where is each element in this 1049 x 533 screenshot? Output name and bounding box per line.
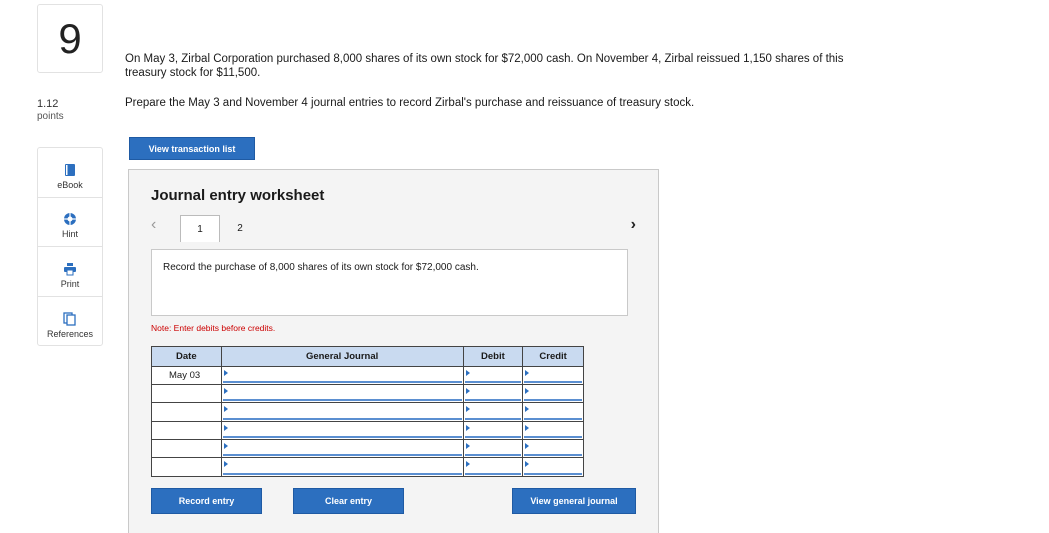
- question-prompt: On May 3, Zirbal Corporation purchased 8…: [125, 53, 844, 79]
- journal-table-header: Date General Journal Debit Credit: [152, 347, 583, 367]
- view-general-journal-button[interactable]: View general journal: [512, 488, 636, 514]
- date-cell: May 03: [152, 367, 222, 386]
- debit-input[interactable]: [464, 457, 524, 477]
- references-label: References: [46, 329, 94, 339]
- table-row: [152, 385, 583, 404]
- table-row: May 03: [152, 367, 583, 386]
- date-cell: [152, 421, 222, 440]
- account-input[interactable]: [221, 421, 464, 440]
- debit-input[interactable]: [463, 403, 524, 422]
- entry-description: Record the purchase of 8,000 shares of i…: [151, 249, 628, 316]
- credit-input[interactable]: [523, 440, 583, 458]
- account-input[interactable]: [221, 385, 464, 404]
- table-row: [152, 439, 583, 458]
- debit-input[interactable]: [463, 421, 524, 440]
- chevron-left-icon[interactable]: ‹: [151, 216, 156, 234]
- question-instruction: Prepare the May 3 and November 4 journal…: [125, 97, 695, 109]
- view-transaction-list-button[interactable]: View transaction list: [129, 137, 255, 160]
- print-button[interactable]: Print: [38, 247, 102, 297]
- tab-1[interactable]: 1: [180, 215, 220, 242]
- ebook-button[interactable]: eBook: [38, 148, 102, 198]
- worksheet-title: Journal entry worksheet: [151, 187, 325, 204]
- date-cell: [152, 439, 222, 458]
- tools-panel: eBook Hint Print References: [37, 147, 103, 346]
- column-header-debit: Debit: [463, 347, 524, 367]
- date-cell: [152, 403, 222, 422]
- credit-input[interactable]: [523, 422, 583, 440]
- points-value: 1.12: [37, 98, 59, 110]
- journal-entry-worksheet: Journal entry worksheet ‹ 1 2 › Record t…: [128, 169, 659, 533]
- column-header-general-journal: General Journal: [221, 347, 464, 367]
- credit-input[interactable]: [523, 385, 583, 404]
- debit-input[interactable]: [463, 385, 524, 404]
- account-input[interactable]: [221, 439, 464, 458]
- print-icon: [64, 262, 76, 275]
- hint-label: Hint: [61, 229, 78, 239]
- table-row: [152, 457, 583, 477]
- table-row: [152, 421, 583, 440]
- ebook-label: eBook: [57, 179, 83, 190]
- tab-2[interactable]: 2: [230, 220, 250, 236]
- journal-table: Date General Journal Debit Credit May 03: [151, 346, 584, 477]
- hint-icon: [64, 213, 76, 225]
- debit-input[interactable]: [463, 439, 524, 458]
- record-entry-button[interactable]: Record entry: [151, 488, 262, 514]
- entry-description-text: Record the purchase of 8,000 shares of i…: [163, 262, 479, 273]
- clear-entry-button[interactable]: Clear entry: [293, 488, 404, 514]
- question-number-box: 9: [37, 4, 103, 73]
- account-input[interactable]: [221, 367, 464, 386]
- question-number: 9: [58, 14, 82, 62]
- debit-input[interactable]: [463, 367, 524, 386]
- date-cell: [152, 385, 222, 404]
- column-header-credit: Credit: [523, 347, 583, 367]
- column-header-date: Date: [152, 347, 222, 367]
- account-input[interactable]: [222, 457, 464, 477]
- account-input[interactable]: [221, 403, 464, 422]
- date-cell: [152, 457, 222, 477]
- references-icon: [63, 312, 76, 326]
- print-label: Print: [60, 278, 80, 289]
- credit-input[interactable]: [523, 458, 583, 476]
- debits-note: Note: Enter debits before credits.: [151, 323, 276, 333]
- points-label: points: [37, 111, 64, 122]
- book-icon: [65, 163, 75, 176]
- table-row: [152, 403, 583, 422]
- credit-input[interactable]: [523, 367, 583, 386]
- chevron-right-icon[interactable]: ›: [631, 216, 636, 234]
- date-value: May 03: [169, 370, 201, 381]
- credit-input[interactable]: [523, 403, 583, 422]
- hint-button[interactable]: Hint: [38, 198, 102, 247]
- references-button[interactable]: References: [38, 297, 102, 347]
